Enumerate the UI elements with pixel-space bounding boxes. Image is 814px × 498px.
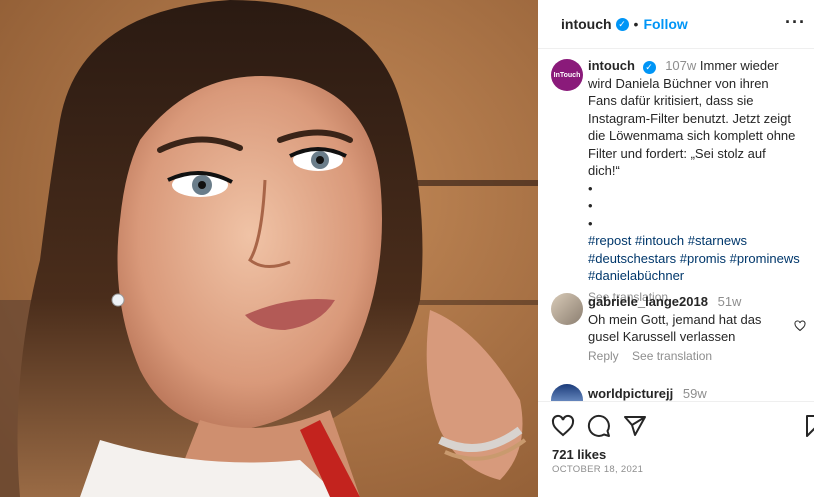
avatar-logo-text: InTouch (553, 71, 581, 79)
more-options-icon[interactable]: ··· (785, 12, 806, 33)
commenter-username[interactable]: gabriele_lange2018 (588, 294, 708, 309)
comment-time: 59w (682, 386, 707, 401)
author-username[interactable]: intouch (561, 16, 612, 32)
comment-time: 51w (717, 294, 742, 309)
bullet: • (588, 215, 593, 231)
like-comment-heart-icon[interactable] (794, 319, 806, 337)
caption-username[interactable]: intouch (588, 58, 635, 73)
hashtag-line[interactable]: #repost #intouch #starnews (588, 232, 800, 250)
post-side-panel: intouch ✓ • Follow ··· InTouch intouch ✓… (538, 0, 814, 497)
likes-count[interactable]: 721 likes (552, 447, 606, 462)
commenter-avatar[interactable] (551, 384, 583, 401)
post-actions: 721 likes OCTOBER 18, 2021 (538, 401, 814, 498)
caption-time: 107w (665, 58, 697, 73)
post-header: intouch ✓ • Follow ··· (538, 0, 814, 49)
hashtag-line[interactable]: #deutschestars #promis #prominews (588, 250, 800, 268)
commenter-avatar[interactable] (551, 293, 583, 325)
reply-button[interactable]: Reply (588, 349, 619, 363)
comment-body: worldpicturejj 59w (588, 386, 707, 401)
caption-author-avatar[interactable]: InTouch (551, 59, 583, 91)
heart-icon[interactable] (551, 414, 575, 438)
post-photo[interactable] (0, 0, 538, 497)
selfie-image (0, 0, 538, 497)
post-date: OCTOBER 18, 2021 (552, 464, 644, 475)
caption: intouch ✓ 107w Immer wieder wird Daniela… (588, 57, 800, 306)
verified-badge-icon: ✓ (615, 17, 629, 31)
see-translation-link[interactable]: See translation (632, 349, 712, 363)
caption-text: Immer wieder wird Daniela Büchner von ih… (588, 58, 796, 178)
commenter-username[interactable]: worldpicturejj (588, 386, 673, 401)
bullet: • (588, 198, 593, 213)
separator-dot: • (633, 16, 639, 32)
follow-button[interactable]: Follow (643, 16, 687, 32)
comment-body: gabriele_lange2018 51w Oh mein Gott, jem… (588, 293, 788, 346)
action-icons (551, 414, 814, 440)
comment-text: Oh mein Gott, jemand hat das gusel Karus… (588, 311, 762, 345)
verified-badge-icon: ✓ (642, 61, 656, 74)
comment-meta: Reply See translation (588, 349, 722, 363)
bookmark-icon[interactable] (803, 414, 814, 438)
share-icon[interactable] (623, 414, 647, 438)
hashtag-line[interactable]: #danielabüchner (588, 267, 800, 285)
comment-icon[interactable] (587, 414, 611, 438)
bullet: • (588, 180, 593, 196)
comments-section[interactable]: InTouch intouch ✓ 107w Immer wieder wird… (538, 49, 814, 401)
